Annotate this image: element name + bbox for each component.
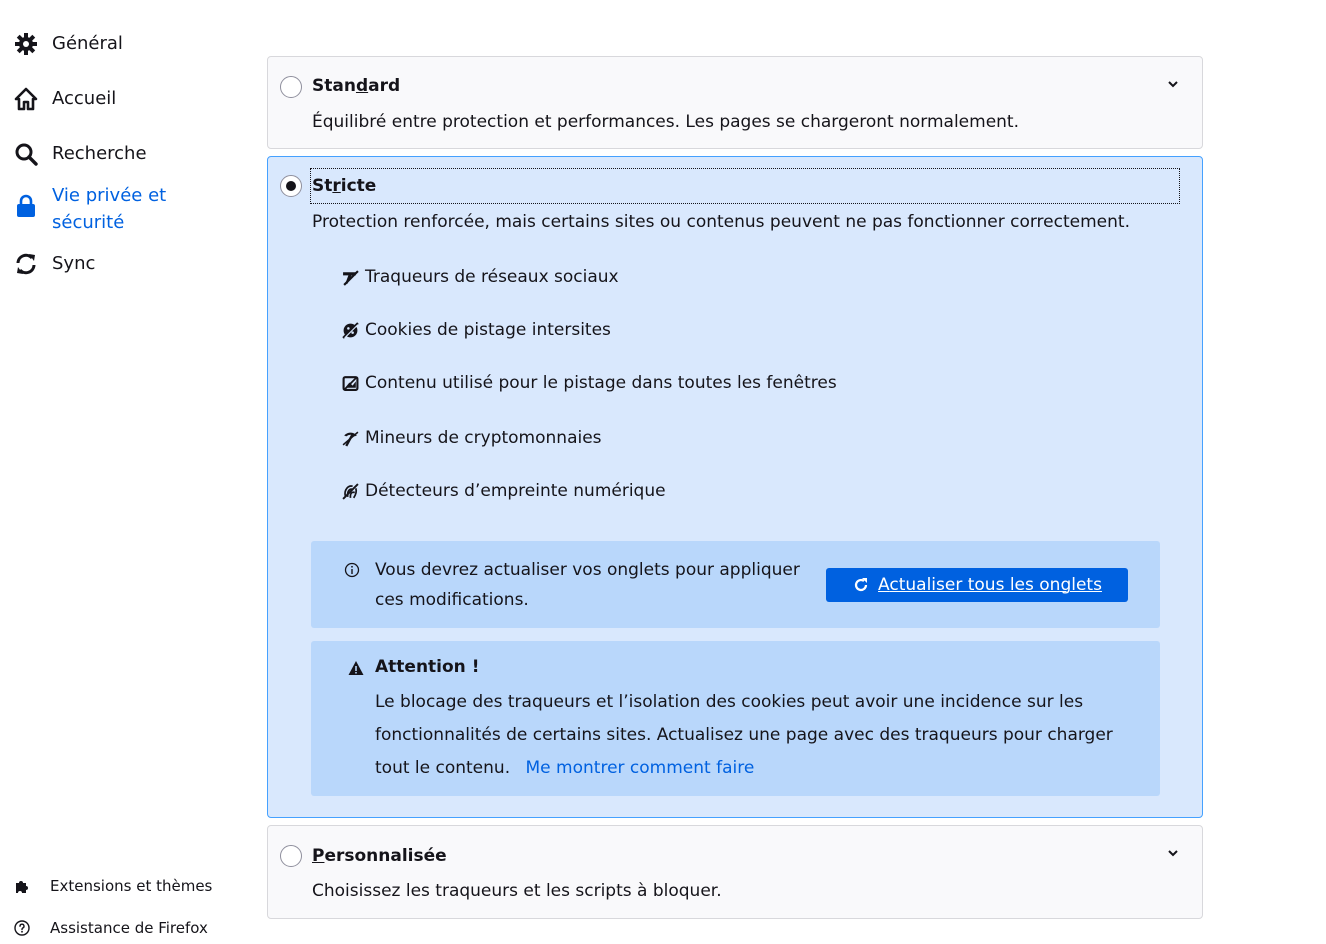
reload-notice-text: Vous devrez actualiser vos onglets pour … <box>375 560 800 610</box>
reload-all-tabs-button[interactable]: Actualiser tous les onglets <box>826 568 1128 602</box>
custom-option-card[interactable]: Personnalisée Choisissez les traqueurs e… <box>267 825 1203 919</box>
sidebar-item-label: Recherche <box>52 143 147 164</box>
custom-title: Personnalisée <box>312 846 447 866</box>
custom-description: Choisissez les traqueurs et les scripts … <box>312 881 722 901</box>
cookie-icon <box>342 321 359 339</box>
tracker-label: Mineurs de cryptomonnaies <box>365 428 602 448</box>
lock-icon <box>17 194 35 217</box>
help-icon <box>14 920 30 936</box>
preferences-page: Général Accueil Recherche Vie privée et … <box>0 0 1326 944</box>
strict-description: Protection renforcée, mais certains site… <box>312 212 1130 232</box>
chevron-down-icon[interactable] <box>1166 77 1180 91</box>
sidebar-item-home[interactable]: Accueil <box>14 85 116 112</box>
tracker-label: Détecteurs d’empreinte numérique <box>365 481 666 501</box>
tracker-item-cookies: Cookies de pistage intersites <box>342 318 611 342</box>
custom-radio[interactable] <box>280 845 302 867</box>
chevron-down-icon[interactable] <box>1166 846 1180 860</box>
warning-notice: Attention ! Le blocage des traqueurs et … <box>311 641 1160 796</box>
warning-icon <box>348 661 364 675</box>
tracker-label: Traqueurs de réseaux sociaux <box>365 267 619 287</box>
sidebar-bottom-label: Assistance de Firefox <box>50 919 208 937</box>
sidebar-bottom-label: Extensions et thèmes <box>50 877 213 895</box>
sidebar-item-search[interactable]: Recherche <box>14 140 147 167</box>
strict-title: Stricte <box>312 176 377 196</box>
cryptominer-icon <box>342 431 359 446</box>
sidebar-item-label: Sync <box>52 253 96 274</box>
sidebar-item-label: Accueil <box>52 88 117 109</box>
gear-icon <box>15 33 37 55</box>
warning-text: Le blocage des traqueurs et l’isolation … <box>375 686 1135 785</box>
reload-notice: Vous devrez actualiser vos onglets pour … <box>311 541 1160 628</box>
social-tracker-icon <box>343 269 359 286</box>
tracker-label: Contenu utilisé pour le pistage dans tou… <box>365 373 837 393</box>
tracker-item-fingerprinters: Détecteurs d’empreinte numérique <box>342 479 666 503</box>
sync-icon <box>16 253 36 275</box>
strict-option-card[interactable]: Stricte Protection renforcée, mais certa… <box>267 156 1203 818</box>
search-icon <box>15 143 38 166</box>
tracker-item-content: Contenu utilisé pour le pistage dans tou… <box>342 371 837 395</box>
focus-outline <box>310 168 1180 204</box>
puzzle-icon <box>16 881 28 893</box>
tracker-item-social: Traqueurs de réseaux sociaux <box>342 265 619 289</box>
sidebar-item-extensions[interactable]: Extensions et thèmes <box>14 877 212 895</box>
reload-icon <box>854 578 868 592</box>
home-icon <box>14 87 38 111</box>
warning-title: Attention ! <box>375 657 480 677</box>
show-me-how-link[interactable]: Me montrer comment faire <box>526 758 755 778</box>
tracker-item-cryptominers: Mineurs de cryptomonnaies <box>342 426 602 450</box>
standard-radio[interactable] <box>280 76 302 98</box>
sidebar-item-privacy[interactable]: Vie privée et sécurité <box>14 182 202 236</box>
sidebar-item-support[interactable]: Assistance de Firefox <box>14 919 208 937</box>
sidebar-item-label: Général <box>52 33 123 54</box>
standard-description: Équilibré entre protection et performanc… <box>312 112 1019 132</box>
strict-radio[interactable] <box>280 175 302 197</box>
reload-button-label: Actualiser tous les onglets <box>878 575 1102 595</box>
tracker-label: Cookies de pistage intersites <box>365 320 611 340</box>
standard-title: Standard <box>312 76 401 96</box>
fingerprint-icon <box>342 482 359 500</box>
sidebar-item-label: Vie privée et sécurité <box>52 185 167 233</box>
standard-option-card[interactable]: Standard Équilibré entre protection et p… <box>267 56 1203 149</box>
sidebar-item-general[interactable]: Général <box>14 30 123 57</box>
tracking-content-icon <box>342 375 359 391</box>
info-icon <box>344 562 360 578</box>
sidebar: Général Accueil Recherche Vie privée et … <box>0 0 250 944</box>
sidebar-item-sync[interactable]: Sync <box>14 250 95 277</box>
